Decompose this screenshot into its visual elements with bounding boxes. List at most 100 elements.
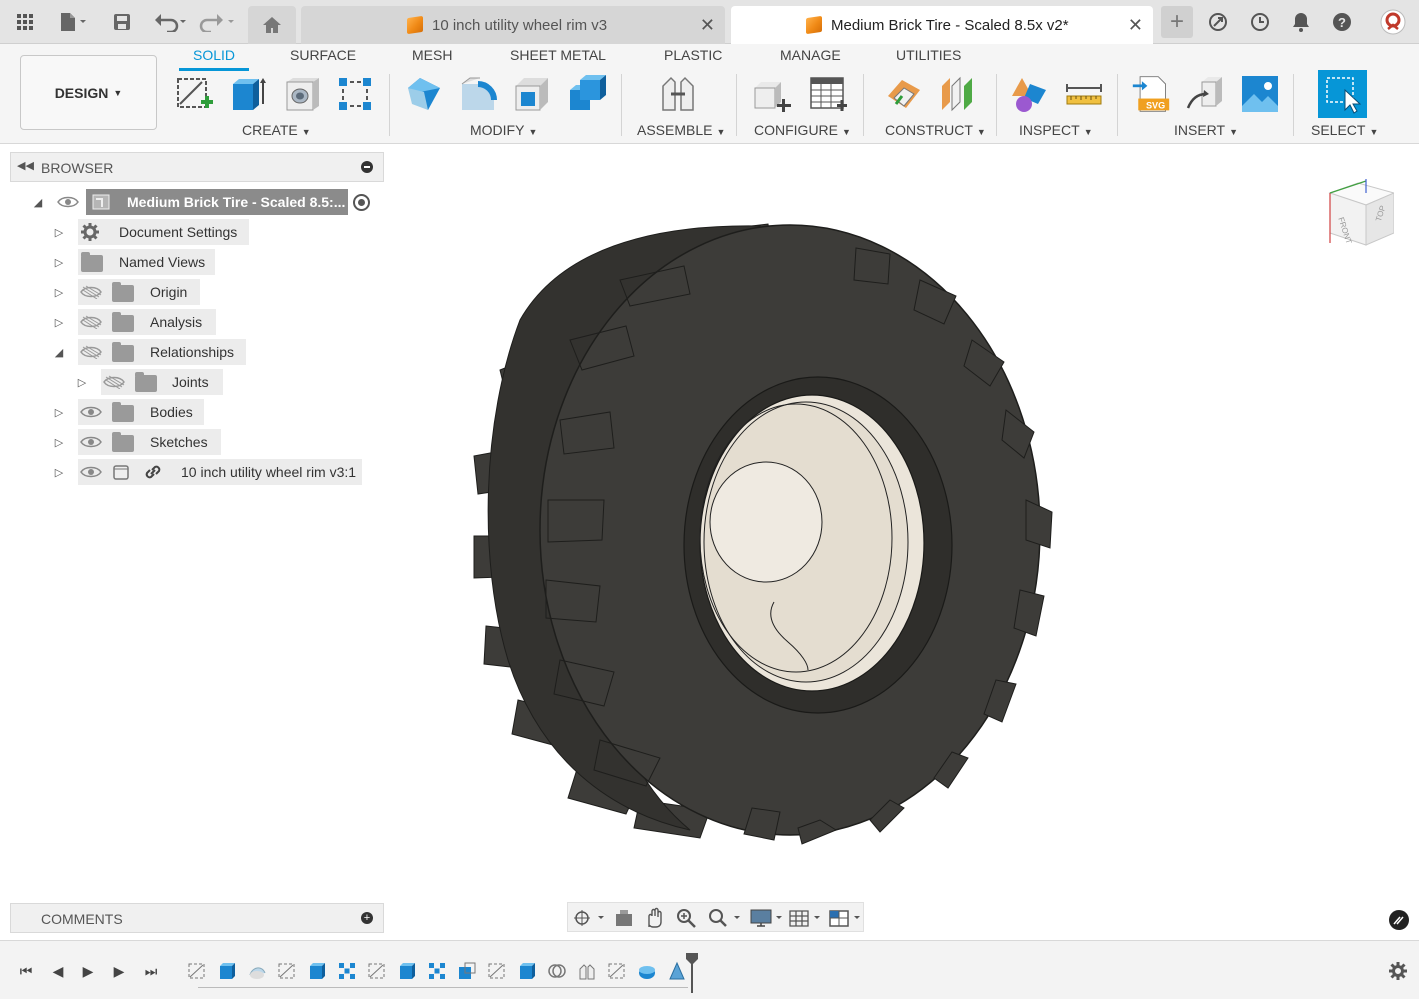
browser-item-document-settings[interactable]: ▷ Document Settings — [50, 219, 250, 245]
job-status-icon[interactable] — [1204, 8, 1232, 36]
close-tab-icon[interactable]: ✕ — [700, 15, 715, 36]
assemble-menu[interactable]: ASSEMBLE ▼ — [637, 122, 725, 138]
new-tab-icon[interactable]: + — [1161, 6, 1193, 38]
construct-menu[interactable]: CONSTRUCT ▼ — [885, 122, 986, 138]
collapse-triangle-icon[interactable]: ◢ — [31, 195, 45, 209]
timeline-revolve-feature-icon[interactable] — [247, 961, 267, 981]
canvas-image-icon[interactable] — [1240, 74, 1280, 114]
insert-menu[interactable]: INSERT ▼ — [1174, 122, 1238, 138]
hidden-eye-icon[interactable] — [80, 345, 102, 359]
hidden-eye-icon[interactable] — [103, 375, 125, 389]
tab-solid[interactable]: SOLID — [179, 47, 250, 71]
activate-component-radio-icon[interactable] — [353, 194, 370, 211]
hidden-eye-icon[interactable] — [80, 285, 102, 299]
offset-plane-icon[interactable] — [884, 74, 924, 114]
timeline-settings-gear-icon[interactable] — [1388, 961, 1408, 981]
go-to-end-icon[interactable]: ⏭ — [141, 961, 161, 981]
browser-item-sketches[interactable]: ▷ Sketches — [50, 429, 225, 455]
browser-item-named-views[interactable]: ▷ Named Views — [50, 249, 220, 275]
expand-triangle-icon[interactable]: ▷ — [52, 315, 66, 329]
pattern-icon[interactable] — [335, 74, 375, 114]
timeline-extrude-feature-icon[interactable] — [217, 961, 237, 981]
app-grid-icon[interactable] — [11, 8, 39, 36]
timeline-marker[interactable] — [684, 951, 700, 993]
timeline-sketch-feature-icon[interactable] — [487, 961, 507, 981]
timeline-sketch-feature-icon[interactable] — [607, 961, 627, 981]
visibility-eye-icon[interactable] — [80, 465, 102, 479]
tab-wheel-rim[interactable]: 10 inch utility wheel rim v3 ✕ — [301, 6, 725, 44]
pan-hand-icon[interactable] — [644, 907, 664, 929]
viewports-icon[interactable] — [828, 908, 862, 928]
browser-item-bodies[interactable]: ▷ Bodies — [50, 399, 210, 425]
visibility-eye-icon[interactable] — [57, 195, 79, 209]
workspace-switcher-button[interactable]: DESIGN ▼ — [20, 55, 157, 130]
tab-manage[interactable]: MANAGE — [780, 47, 841, 71]
visibility-eye-icon[interactable] — [80, 435, 102, 449]
expand-triangle-icon[interactable]: ▷ — [75, 375, 89, 389]
create-menu[interactable]: CREATE ▼ — [242, 122, 311, 138]
insert-svg-icon[interactable]: SVG — [1131, 74, 1171, 114]
configure-design-icon[interactable] — [753, 74, 793, 114]
minimize-panel-icon[interactable] — [361, 161, 373, 173]
timeline-pattern-feature-icon[interactable] — [337, 961, 357, 981]
zoom-window-icon[interactable] — [708, 908, 742, 928]
insert-mesh-icon[interactable] — [1186, 74, 1226, 114]
play-icon[interactable]: ▶ — [78, 961, 98, 981]
shell-icon[interactable] — [512, 74, 552, 114]
text-commands-icon[interactable] — [1389, 910, 1409, 930]
history-clock-icon[interactable] — [1246, 8, 1274, 36]
browser-item-analysis[interactable]: ▷ Analysis — [50, 309, 220, 335]
undo-icon[interactable] — [152, 8, 190, 36]
hidden-eye-icon[interactable] — [80, 315, 102, 329]
redo-icon[interactable] — [198, 8, 236, 36]
zoom-icon[interactable] — [676, 908, 698, 928]
expand-triangle-icon[interactable]: ▷ — [52, 285, 66, 299]
timeline-combine-feature-icon[interactable] — [547, 961, 567, 981]
combine-icon[interactable] — [566, 74, 606, 114]
inspect-menu[interactable]: INSPECT ▼ — [1019, 122, 1093, 138]
browser-item-origin[interactable]: ▷ Origin — [50, 279, 205, 305]
expand-triangle-icon[interactable]: ▷ — [52, 465, 66, 479]
tab-surface[interactable]: SURFACE — [290, 47, 356, 71]
timeline-extrude-feature-icon[interactable] — [517, 961, 537, 981]
browser-root-node[interactable]: ◢ Medium Brick Tire - Scaled 8.5:... — [30, 189, 380, 215]
orbit-icon[interactable] — [572, 908, 606, 928]
tab-brick-tire[interactable]: Medium Brick Tire - Scaled 8.5x v2* ✕ — [731, 6, 1153, 44]
step-back-icon[interactable]: ◀ — [48, 961, 68, 981]
plane-at-angle-icon[interactable] — [938, 74, 978, 114]
timeline-joint-feature-icon[interactable] — [577, 961, 597, 981]
collapse-triangle-icon[interactable]: ◢ — [52, 345, 66, 359]
expand-triangle-icon[interactable]: ▷ — [52, 255, 66, 269]
create-sketch-icon[interactable] — [175, 74, 215, 114]
select-tool-icon[interactable] — [1318, 70, 1367, 118]
user-avatar[interactable] — [1379, 8, 1407, 36]
interference-icon[interactable] — [1010, 74, 1050, 114]
look-at-icon[interactable] — [614, 908, 634, 928]
help-icon[interactable]: ? — [1328, 8, 1356, 36]
browser-item-joints[interactable]: ▷ Joints — [73, 369, 233, 395]
select-menu[interactable]: SELECT ▼ — [1311, 122, 1378, 138]
timeline-emboss-feature-icon[interactable] — [637, 961, 657, 981]
tab-mesh[interactable]: MESH — [412, 47, 452, 71]
step-forward-icon[interactable]: ▶ — [109, 961, 129, 981]
tab-utilities[interactable]: UTILITIES — [896, 47, 961, 71]
extrude-icon[interactable] — [229, 74, 269, 114]
timeline-extrude-feature-icon[interactable] — [397, 961, 417, 981]
expand-triangle-icon[interactable]: ▷ — [52, 225, 66, 239]
notifications-bell-icon[interactable] — [1287, 8, 1315, 36]
press-pull-icon[interactable] — [404, 74, 444, 114]
configuration-table-icon[interactable] — [809, 74, 849, 114]
measure-icon[interactable] — [1064, 74, 1104, 114]
timeline-sketch-feature-icon[interactable] — [187, 961, 207, 981]
timeline-extrude-feature-icon[interactable] — [307, 961, 327, 981]
grid-snap-icon[interactable] — [788, 908, 822, 928]
visibility-eye-icon[interactable] — [80, 405, 102, 419]
timeline-scale-feature-icon[interactable] — [457, 961, 477, 981]
tab-plastic[interactable]: PLASTIC — [664, 47, 722, 71]
file-menu-icon[interactable] — [55, 8, 91, 36]
configure-menu[interactable]: CONFIGURE ▼ — [754, 122, 851, 138]
timeline-sketch-feature-icon[interactable] — [367, 961, 387, 981]
add-comment-icon[interactable]: + — [361, 912, 373, 924]
view-cube[interactable]: FRONT TOP — [1322, 177, 1396, 249]
browser-panel-header[interactable]: ◀◀ BROWSER — [10, 152, 384, 182]
